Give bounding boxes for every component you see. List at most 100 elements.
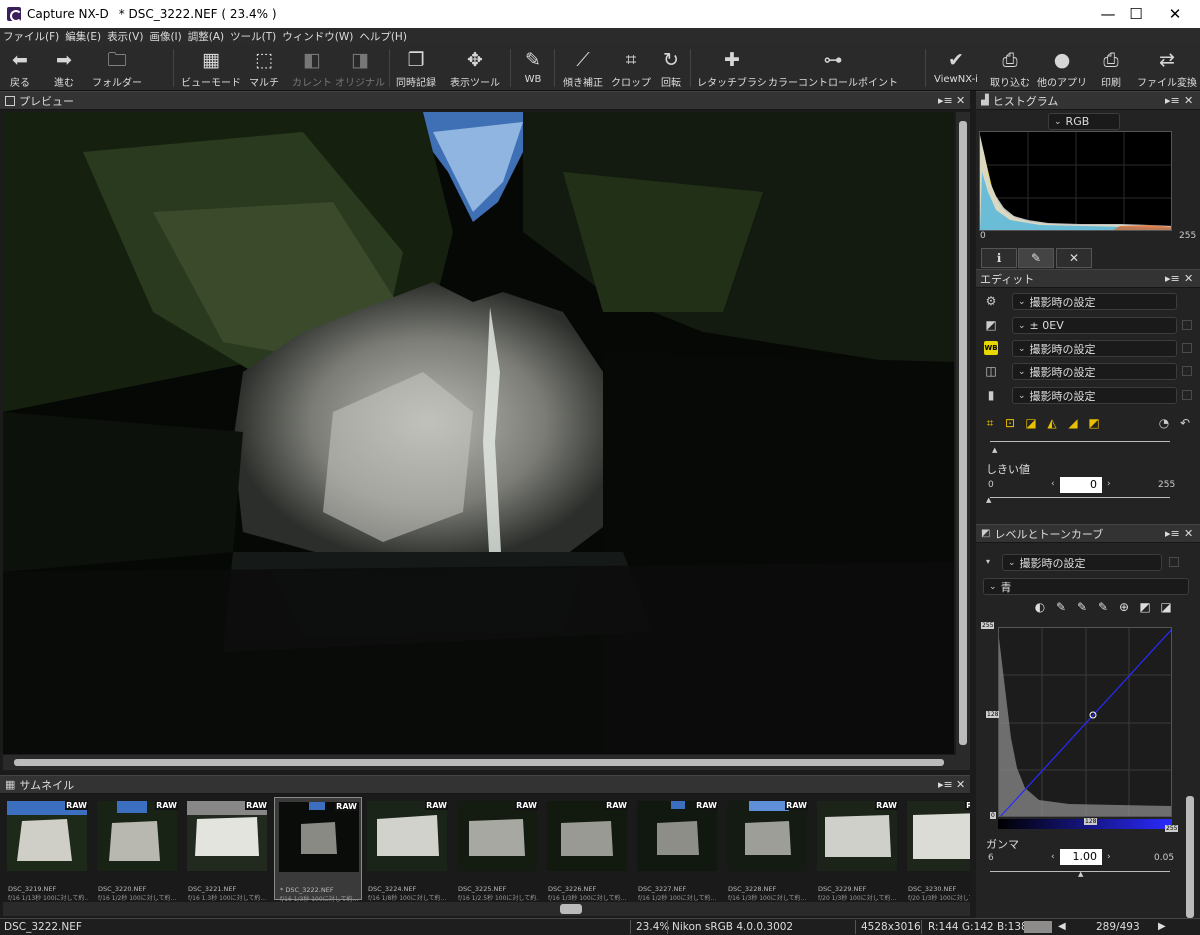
brightness-icon[interactable]: ◭ bbox=[1044, 415, 1060, 431]
histogram-channel-select[interactable]: ⌄ RGB bbox=[1048, 113, 1120, 130]
tab-info[interactable]: ℹ bbox=[981, 248, 1017, 268]
curve-channel-select[interactable]: ⌄ 青 bbox=[983, 578, 1189, 595]
thumbnail-item-selected[interactable]: RAW * DSC_3222.NEF f/16 1/3秒 100に対して約... bbox=[274, 797, 362, 902]
original-button[interactable]: ◨ オリジナル bbox=[335, 49, 385, 89]
input-mid-marker[interactable]: 128 bbox=[1084, 818, 1098, 825]
straighten-button[interactable]: ⟋ 傾き補正 bbox=[563, 49, 603, 89]
gray-point-eyedropper-icon[interactable]: ✎ bbox=[1074, 599, 1090, 615]
panel-menu-icon[interactable]: ▸≡ bbox=[938, 94, 953, 107]
thumbnail-item[interactable]: RAW DSC_3224.NEF f/16 1/8秒 100に対して約... bbox=[363, 797, 451, 902]
thumbnail-item[interactable]: RAW DSC_3221.NEF f/16 1.3秒 100に対して約... bbox=[183, 797, 271, 902]
thumbnail-item[interactable]: RAW DSC_3225.NEF f/16 1/2.5秒 100に対して約... bbox=[453, 797, 541, 902]
increment-icon[interactable]: › bbox=[1107, 852, 1111, 862]
thumbnail-scrollbar[interactable] bbox=[3, 902, 970, 916]
gamma-input[interactable]: 1.00 bbox=[1060, 849, 1102, 865]
panel-menu-icon[interactable]: ▸≡ bbox=[1165, 527, 1180, 540]
shadow-icon[interactable]: ◢ bbox=[1065, 415, 1081, 431]
panel-menu-icon[interactable]: ▸≡ bbox=[938, 778, 953, 791]
history-icon[interactable]: ◔ bbox=[1156, 415, 1172, 431]
forward-button[interactable]: ➡ 進む bbox=[52, 49, 76, 89]
close-button[interactable]: ✕ bbox=[1152, 0, 1198, 28]
levels-preset-select[interactable]: ⌄ 撮影時の設定 bbox=[1002, 554, 1162, 571]
decrement-icon[interactable]: ‹ bbox=[1051, 479, 1055, 489]
color-control-point-button[interactable]: ⊶ カラーコントロールポイント bbox=[768, 49, 898, 89]
panel-menu-icon[interactable]: ▸≡ bbox=[1165, 94, 1180, 107]
crop-button[interactable]: ⌗ クロップ bbox=[611, 49, 651, 89]
picture-style-select[interactable]: ⌄ 撮影時の設定 bbox=[1012, 363, 1177, 380]
panel-menu-icon[interactable]: ▸≡ bbox=[1165, 272, 1180, 285]
preview-vertical-scrollbar[interactable] bbox=[956, 112, 970, 755]
thumbnail-item[interactable]: RAW DSC_3220.NEF f/16 1/2秒 100に対して約... bbox=[93, 797, 181, 902]
thumbnail-item[interactable]: RAW DSC_3228.NEF f/16 1/3秒 100に対して約... bbox=[723, 797, 811, 902]
panel-close-icon[interactable]: ✕ bbox=[1184, 527, 1193, 540]
folder-button[interactable]: 🗀 フォルダー bbox=[92, 49, 142, 89]
viewmode-button[interactable]: ▦ ビューモード bbox=[181, 49, 241, 89]
print-button[interactable]: ⎙ 印刷 bbox=[1099, 49, 1123, 89]
menu-window[interactable]: ウィンドウ(W) bbox=[282, 29, 353, 44]
curve-icon[interactable]: ◩ bbox=[1086, 415, 1102, 431]
display-tool-button[interactable]: ✥ 表示ツール bbox=[450, 49, 500, 89]
white-balance-checkbox[interactable] bbox=[1182, 343, 1192, 353]
viewnx-button[interactable]: ✔ ViewNX-i bbox=[934, 49, 978, 89]
convert-button[interactable]: ⇄ ファイル変換 bbox=[1137, 49, 1197, 89]
slider-handle[interactable]: ▲ bbox=[1078, 870, 1083, 878]
slider-track[interactable] bbox=[990, 441, 1170, 442]
threshold-input[interactable]: 0 bbox=[1060, 477, 1102, 493]
noise-reduction-icon[interactable]: ⌗ bbox=[982, 415, 998, 431]
lens-correction-checkbox[interactable] bbox=[1182, 390, 1192, 400]
scrollbar-thumb[interactable] bbox=[959, 121, 967, 745]
next-image-button[interactable]: ▶ bbox=[1158, 921, 1166, 932]
simultaneous-record-button[interactable]: ❐ 同時記録 bbox=[396, 49, 436, 89]
threshold-slider[interactable] bbox=[990, 497, 1170, 498]
preview-image[interactable] bbox=[3, 112, 954, 754]
exposure-checkbox[interactable] bbox=[1182, 320, 1192, 330]
levels-checkbox[interactable] bbox=[1169, 557, 1179, 567]
panel-close-icon[interactable]: ✕ bbox=[956, 778, 965, 791]
scrollbar-thumb[interactable] bbox=[14, 759, 944, 766]
levels-icon[interactable]: ◪ bbox=[1023, 415, 1039, 431]
prev-image-button[interactable]: ◀ bbox=[1058, 921, 1066, 932]
tab-edit[interactable]: ✎ bbox=[1018, 248, 1054, 268]
panel-close-icon[interactable]: ✕ bbox=[1184, 94, 1193, 107]
menu-image[interactable]: 画像(I) bbox=[149, 29, 181, 44]
other-apps-button[interactable]: ● 他のアプリ bbox=[1037, 49, 1087, 89]
input-max-marker[interactable]: 255 bbox=[1165, 825, 1179, 832]
white-balance-select[interactable]: ⌄ 撮影時の設定 bbox=[1012, 340, 1177, 357]
tone-curve-graph[interactable] bbox=[998, 627, 1172, 817]
thumbnail-item[interactable]: RAW DSC_3229.NEF f/20 1/3秒 100に対して約... bbox=[813, 797, 901, 902]
menu-file[interactable]: ファイル(F) bbox=[3, 29, 59, 44]
slider-handle[interactable]: ▲ bbox=[992, 446, 997, 454]
contrast-icon[interactable]: ◐ bbox=[1032, 599, 1048, 615]
panel-close-icon[interactable]: ✕ bbox=[956, 94, 965, 107]
menu-adjust[interactable]: 調整(A) bbox=[188, 29, 224, 44]
multi-button[interactable]: ⬚ マルチ bbox=[249, 49, 279, 89]
preview-horizontal-scrollbar[interactable] bbox=[3, 755, 970, 770]
slider-handle[interactable]: ▲ bbox=[986, 496, 991, 504]
lens-correction-select[interactable]: ⌄ 撮影時の設定 bbox=[1012, 387, 1177, 404]
retouch-brush-button[interactable]: ✚ レタッチブラシ bbox=[697, 49, 767, 89]
crop-tool-icon[interactable]: ⊡ bbox=[1002, 415, 1018, 431]
tab-tools[interactable]: ✕ bbox=[1056, 248, 1092, 268]
panel-close-icon[interactable]: ✕ bbox=[1184, 272, 1193, 285]
thumbnail-item[interactable]: RAW DSC_3219.NEF f/16 1/13秒 100に対して約... bbox=[3, 797, 91, 902]
add-anchor-icon[interactable]: ⊕ bbox=[1116, 599, 1132, 615]
rotate-button[interactable]: ↻ 回転 bbox=[659, 49, 683, 89]
picture-control-select[interactable]: ⌄ 撮影時の設定 bbox=[1012, 293, 1177, 310]
undo-icon[interactable]: ↶ bbox=[1177, 415, 1193, 431]
menu-tools[interactable]: ツール(T) bbox=[230, 29, 276, 44]
panel-scrollbar-thumb[interactable] bbox=[1186, 796, 1194, 918]
import-button[interactable]: ⎙ 取り込む bbox=[990, 49, 1030, 89]
menu-edit[interactable]: 編集(E) bbox=[65, 29, 101, 44]
wb-button[interactable]: ✎ WB bbox=[521, 49, 545, 89]
auto-levels-icon[interactable]: ◩ bbox=[1137, 599, 1153, 615]
thumbnail-item[interactable]: RAW DSC_3227.NEF f/16 1/2秒 100に対して約... bbox=[633, 797, 721, 902]
picture-style-checkbox[interactable] bbox=[1182, 366, 1192, 376]
thumbnail-item[interactable]: RAW DSC_3226.NEF f/16 1/3秒 100に対して約... bbox=[543, 797, 631, 902]
increment-icon[interactable]: › bbox=[1107, 479, 1111, 489]
exposure-select[interactable]: ⌄ ± 0EV bbox=[1012, 317, 1177, 334]
menu-view[interactable]: 表示(V) bbox=[107, 29, 143, 44]
white-point-eyedropper-icon[interactable]: ✎ bbox=[1095, 599, 1111, 615]
scrollbar-thumb[interactable] bbox=[560, 904, 582, 914]
decrement-icon[interactable]: ‹ bbox=[1051, 852, 1055, 862]
current-button[interactable]: ◧ カレント bbox=[292, 49, 332, 89]
